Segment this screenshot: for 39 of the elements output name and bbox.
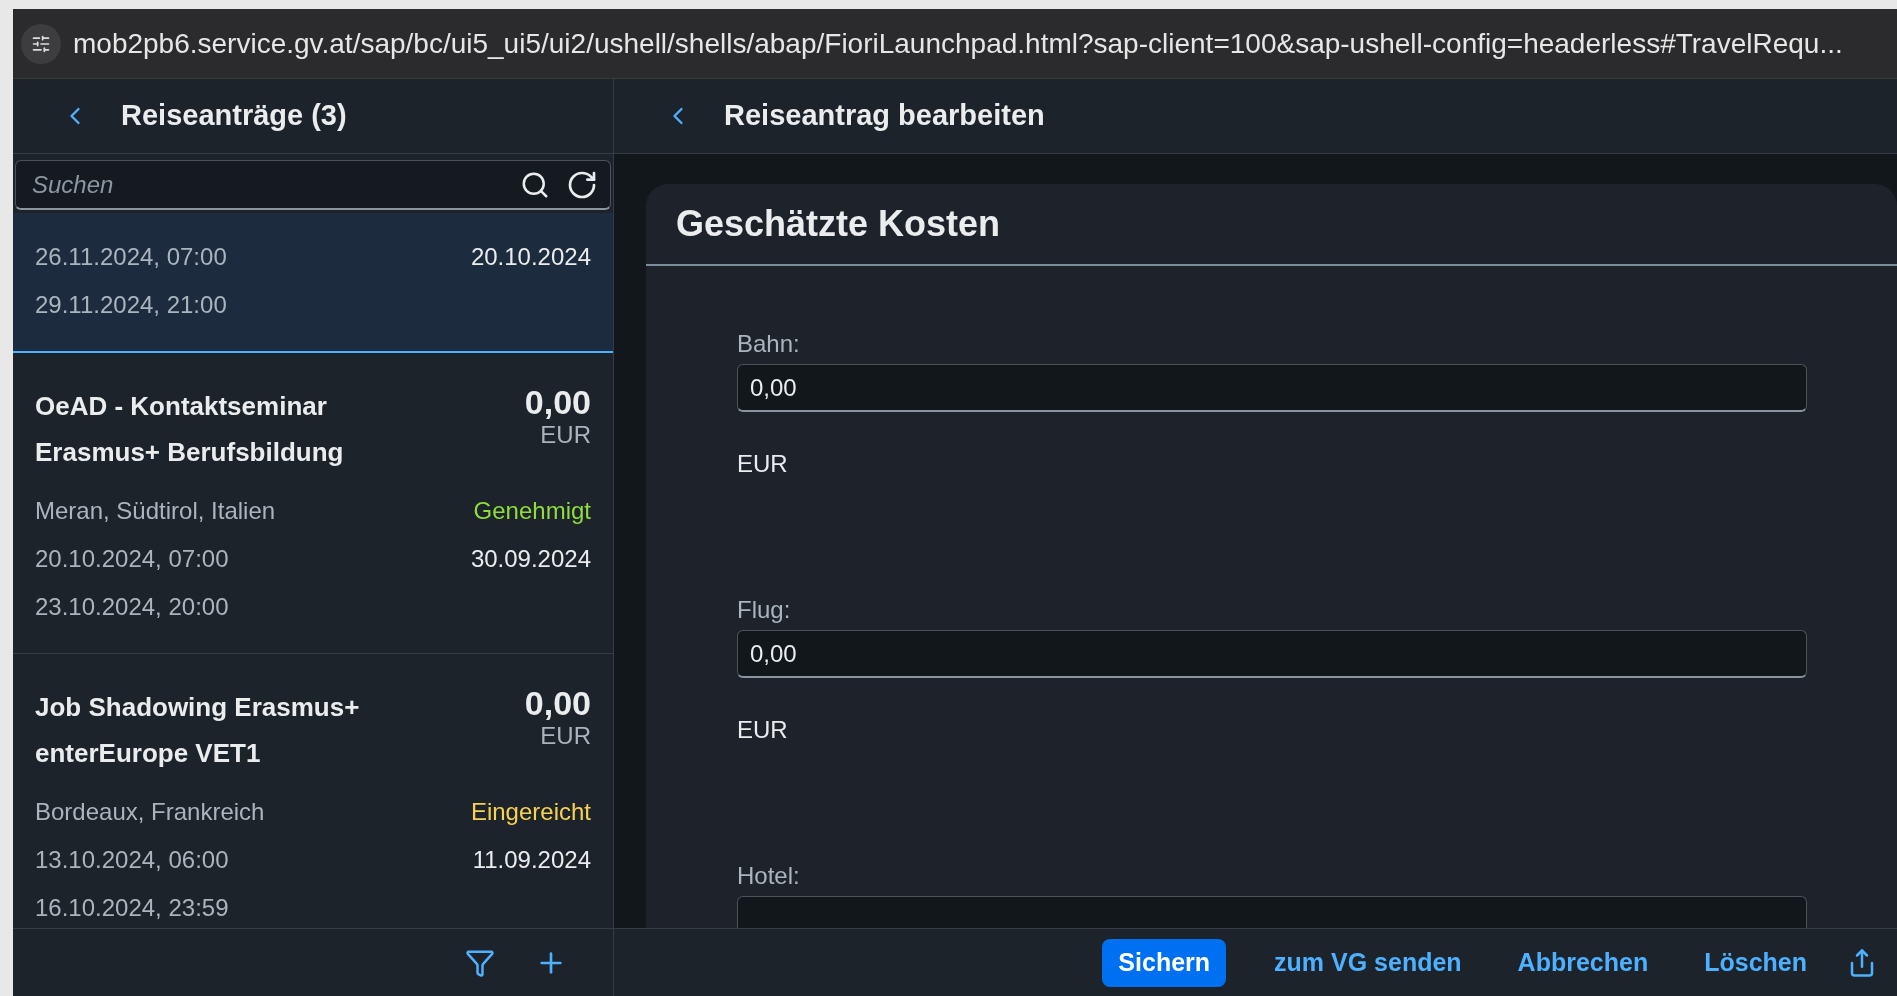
search-field[interactable]: Suchen: [32, 166, 504, 203]
item-start-date: 26.11.2024, 07:00: [35, 242, 227, 272]
list-item[interactable]: OeAD - Kontaktseminar Erasmus+ Berufsbildung 0,00 EUR Meran, Südtirol, Italien Genehmigt 20.10.2024, 07:00 30.09.2024 23.10.2024, 20:00: [13, 353, 613, 654]
action-button[interactable]: Löschen: [1680, 938, 1831, 987]
list-item[interactable]: 26.11.2024, 07:00 20.10.2024 29.11.2024, 21:00: [13, 213, 613, 353]
item-created-date: 30.09.2024: [470, 544, 591, 574]
item-end-date: 16.10.2024, 23:59: [35, 893, 229, 923]
item-start-date: 13.10.2024, 06:00: [35, 845, 229, 875]
item-created-date: 11.09.2024: [472, 845, 591, 875]
list-title: Reiseanträge (3): [121, 98, 347, 134]
action-button[interactable]: Abbrechen: [1493, 938, 1673, 987]
url-text[interactable]: mob2pb6.service.gv.at/sap/bc/ui5_ui5/ui2/ushell/shells/abap/FioriLaunchpad.html?sap-client=100&sap-ushell-config=headerless#TravelRequ...: [73, 22, 1843, 65]
item-end-date: 23.10.2024, 20:00: [35, 592, 229, 622]
field-label: Hotel:: [737, 861, 801, 888]
item-amount: 0,00: [524, 684, 591, 722]
item-location: Meran, Südtirol, Italien: [35, 496, 276, 526]
item-currency: EUR: [540, 421, 591, 449]
item-created-date: 20.10.2024: [470, 242, 591, 272]
amount-field[interactable]: 0,00: [737, 630, 1807, 678]
save-button[interactable]: Sichern: [1102, 938, 1227, 987]
item-status: Genehmigt: [473, 496, 591, 526]
field-label: Flug:: [737, 595, 792, 622]
item-start-date: 20.10.2024, 07:00: [35, 544, 229, 574]
item-currency: EUR: [540, 722, 591, 750]
item-location: Bordeaux, Frankreich: [35, 797, 265, 827]
item-amount: 0,00: [524, 383, 591, 421]
field-label: Bahn:: [737, 329, 801, 356]
action-button[interactable]: zum VG senden: [1250, 938, 1486, 987]
unit-text: EUR: [737, 449, 789, 479]
unit-text: EUR: [737, 715, 789, 745]
site-settings-icon[interactable]: [21, 23, 61, 64]
amount-field[interactable]: 0,00: [737, 364, 1807, 412]
page-title: Reiseantrag bearbeiten: [724, 98, 1045, 134]
section-title: Geschätzte Kosten: [676, 202, 1001, 246]
search-bar[interactable]: Suchen: [15, 160, 611, 210]
item-title: Job Shadowing Erasmus+ enterEurope VET1: [35, 691, 361, 770]
item-status: Eingereicht: [470, 797, 591, 827]
item-title: OeAD - Kontaktseminar Erasmus+ Berufsbildung: [35, 390, 345, 469]
item-end-date: 29.11.2024, 21:00: [35, 290, 227, 320]
